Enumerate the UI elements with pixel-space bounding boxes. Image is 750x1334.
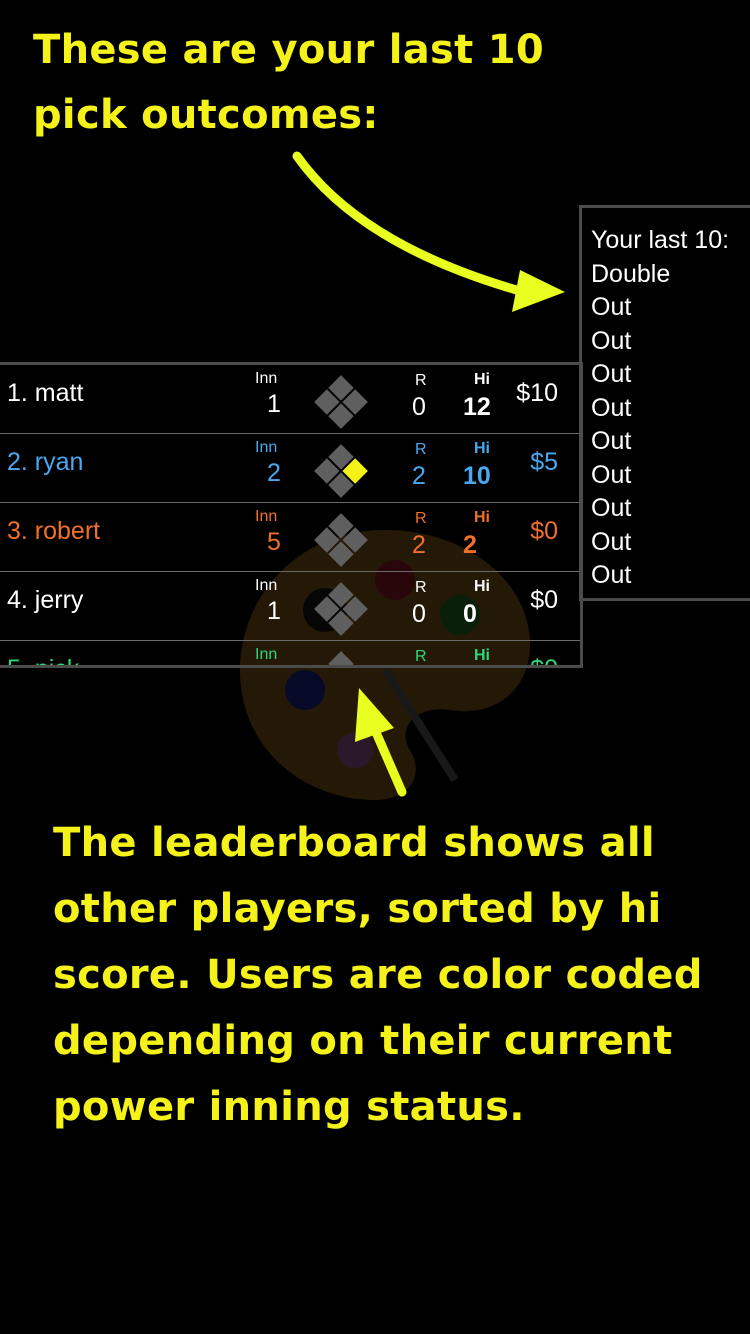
caption-text: The leaderboard shows all other players,… <box>53 820 703 1130</box>
